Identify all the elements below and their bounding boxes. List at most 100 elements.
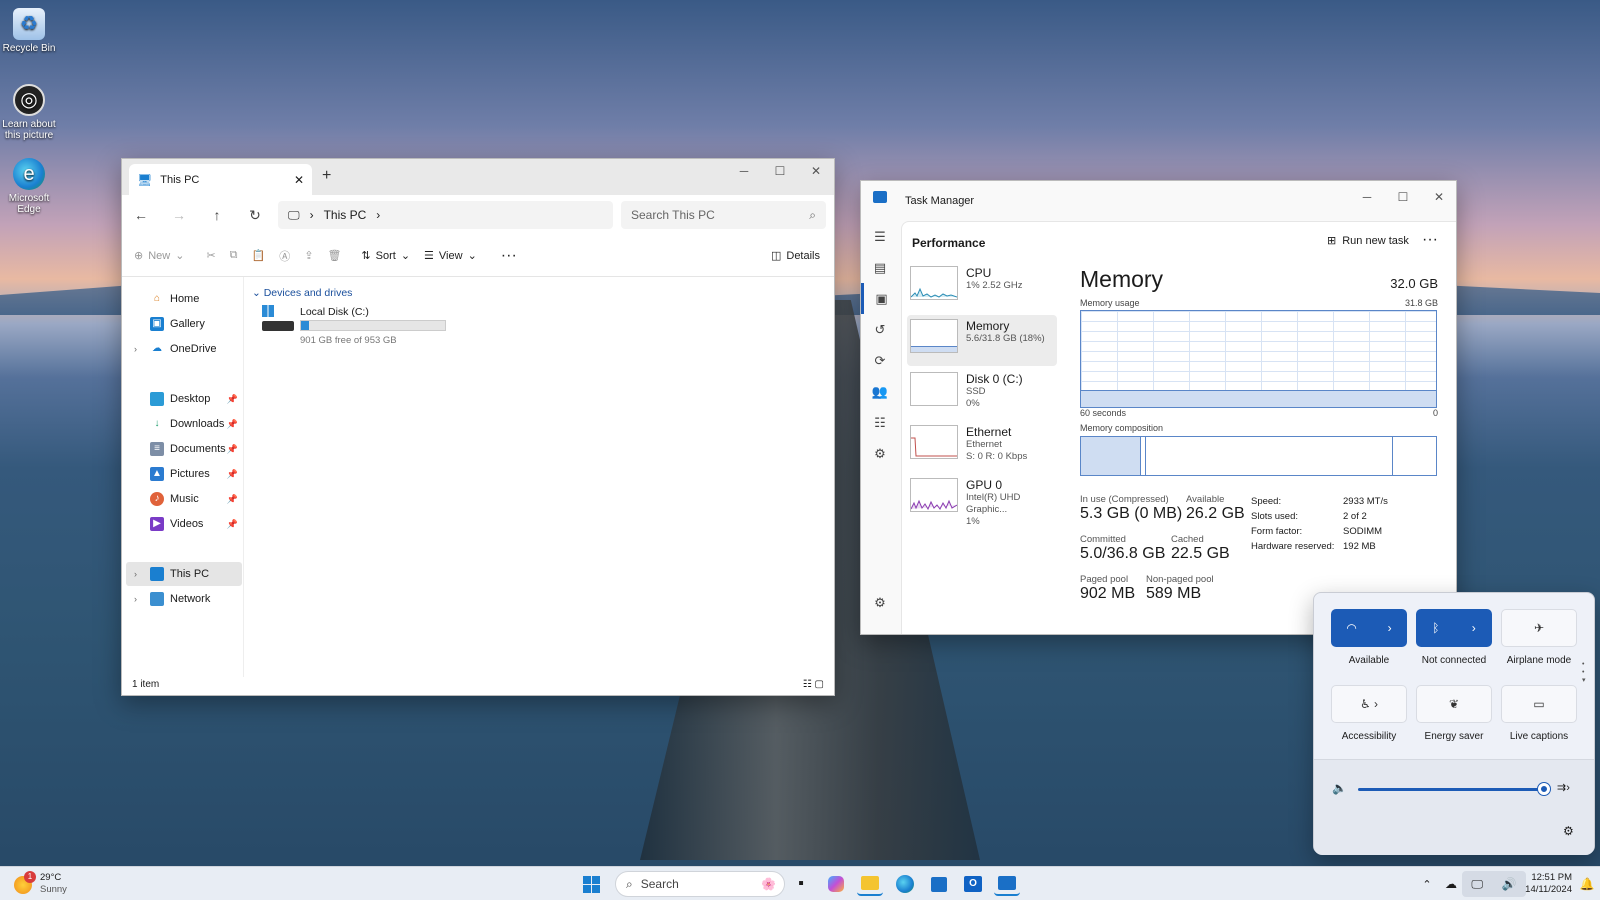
nav-item-desktop[interactable]: Desktop 📌 <box>126 387 242 411</box>
resource-item-gpu[interactable]: GPU 0 Intel(R) UHD Graphic... 1% <box>907 474 1057 527</box>
refresh-button[interactable]: ↻ <box>236 207 274 224</box>
maximize-button[interactable]: ☐ <box>762 159 798 183</box>
file-explorer-taskbar-icon[interactable] <box>857 872 883 896</box>
new-button[interactable]: ⊕ New ⌄ <box>134 249 184 263</box>
weather-widget[interactable]: 29°C Sunny <box>40 872 67 896</box>
delete-button[interactable]: 🗑 <box>327 249 341 262</box>
minimize-button[interactable]: ─ <box>1349 185 1385 209</box>
maximize-button[interactable]: ☐ <box>1385 185 1421 209</box>
pin-icon[interactable]: 📌 <box>227 419 238 430</box>
more-options-button[interactable]: ··· <box>501 247 517 265</box>
page-dots[interactable]: • • ▾ <box>1582 661 1586 685</box>
nav-item-gallery[interactable]: ▣ Gallery <box>126 312 242 336</box>
chevron-right-icon[interactable]: › <box>134 569 137 579</box>
pin-icon[interactable]: 📌 <box>227 494 238 505</box>
task-view-icon[interactable]: ▪ <box>788 872 814 896</box>
pin-icon[interactable]: 📌 <box>227 469 238 480</box>
nav-item-pictures[interactable]: ▲ Pictures 📌 <box>126 462 242 486</box>
up-button[interactable]: ↑ <box>198 207 236 223</box>
copilot-icon[interactable] <box>823 872 849 896</box>
back-button[interactable]: ← <box>122 207 160 223</box>
audio-output-button[interactable]: ⇉› <box>1557 781 1570 794</box>
performance-icon[interactable]: ▣ <box>861 283 899 314</box>
chevron-right-icon[interactable]: › <box>1472 621 1476 635</box>
resource-item-disk[interactable]: Disk 0 (C:) SSD 0% <box>907 368 1057 419</box>
settings-icon[interactable]: ⚙ <box>861 587 899 618</box>
more-options-button[interactable]: ··· <box>1422 231 1438 249</box>
close-button[interactable]: ✕ <box>798 159 834 183</box>
desktop-icon-edge[interactable]: e Microsoft Edge <box>2 158 56 215</box>
details-button[interactable]: ◫ Details <box>771 249 820 263</box>
airplane-mode-tile[interactable]: ✈ <box>1501 609 1577 647</box>
run-new-task-button[interactable]: ⊞ Run new task <box>1327 234 1409 248</box>
pin-icon[interactable]: 📌 <box>227 394 238 405</box>
copy-icon: ⧉ <box>229 249 238 261</box>
nav-item-music[interactable]: ♪ Music 📌 <box>126 487 242 511</box>
notification-bell-icon[interactable]: 🔔 <box>1574 872 1600 896</box>
services-icon[interactable]: ⚙ <box>861 438 899 469</box>
details-icon[interactable]: ☷ <box>861 407 899 438</box>
processes-icon[interactable]: ▤ <box>861 252 899 283</box>
nav-item-videos[interactable]: ▶ Videos 📌 <box>126 512 242 536</box>
volume-slider[interactable] <box>1358 788 1545 791</box>
drive-item-c[interactable]: Local Disk (C:) 901 GB free of 953 GB <box>262 305 482 347</box>
close-button[interactable]: ✕ <box>1421 185 1456 209</box>
share-button[interactable]: ⇪ <box>304 249 313 262</box>
section-header[interactable]: ⌄ Devices and drives <box>252 287 352 299</box>
nav-item-network[interactable]: › Network <box>126 587 242 611</box>
accessibility-tile[interactable]: ♿ › <box>1331 685 1407 723</box>
nav-item-downloads[interactable]: ↓ Downloads 📌 <box>126 412 242 436</box>
start-button[interactable] <box>578 872 604 896</box>
copy-button[interactable]: ⧉ <box>230 249 238 262</box>
nav-item-onedrive[interactable]: › ☁ OneDrive <box>126 337 242 361</box>
paste-button[interactable]: 📋 <box>252 249 266 262</box>
taskbar-search[interactable]: ⌕ Search 🌸 <box>615 871 785 897</box>
address-bar[interactable]: 🖵 › This PC › <box>278 201 613 229</box>
app-history-icon[interactable]: ↺ <box>861 314 899 345</box>
task-manager-taskbar-icon[interactable] <box>994 872 1020 896</box>
energy-saver-tile[interactable]: ❦ <box>1416 685 1492 723</box>
weather-widget-icon[interactable]: 1 <box>14 871 36 895</box>
hamburger-menu-icon[interactable]: ☰ <box>861 221 899 252</box>
status-bar: 1 item ☷ ▢ <box>122 675 834 695</box>
chevron-right-icon[interactable]: › <box>134 594 137 604</box>
bluetooth-tile[interactable]: ᛒ › <box>1416 609 1492 647</box>
nav-item-documents[interactable]: ≡ Documents 📌 <box>126 437 242 461</box>
edge-icon[interactable] <box>892 872 918 896</box>
chevron-right-icon[interactable]: › <box>1388 621 1392 635</box>
clock[interactable]: 12:51 PM 14/11/2024 <box>1516 872 1572 896</box>
forward-button[interactable]: → <box>160 207 198 223</box>
new-tab-button[interactable]: + <box>322 167 331 185</box>
live-captions-tile[interactable]: ▭ <box>1501 685 1577 723</box>
startup-apps-icon[interactable]: ⟳ <box>861 345 899 376</box>
resource-item-cpu[interactable]: CPU 1% 2.52 GHz <box>907 262 1057 313</box>
nav-item-home[interactable]: ⌂ Home <box>126 287 242 311</box>
chevron-right-icon[interactable]: › <box>376 208 380 222</box>
sort-button[interactable]: ⇅ Sort ⌄ <box>361 249 410 263</box>
speaker-icon[interactable]: 🔈 <box>1332 781 1347 795</box>
cut-button[interactable]: ✂ <box>206 249 215 262</box>
tab-this-pc[interactable]: 🖥 This PC ✕ <box>129 164 312 195</box>
settings-icon[interactable]: ⚙ <box>1563 824 1574 838</box>
users-icon[interactable]: 👥 <box>861 376 899 407</box>
view-button[interactable]: ☰ View ⌄ <box>424 249 477 263</box>
close-tab-icon[interactable]: ✕ <box>294 173 304 187</box>
chevron-right-icon[interactable]: › <box>134 344 137 354</box>
resource-item-memory[interactable]: Memory 5.6/31.8 GB (18%) <box>907 315 1057 366</box>
onedrive-icon[interactable]: ☁ <box>1438 872 1464 896</box>
minimize-button[interactable]: ─ <box>726 159 762 183</box>
tiles-view-icon[interactable]: ▢ <box>815 679 824 690</box>
desktop-icon-learn-picture[interactable]: ◎ Learn about this picture <box>2 84 56 141</box>
store-icon[interactable] <box>926 872 952 896</box>
wifi-tile[interactable]: ◠ › <box>1331 609 1407 647</box>
search-input[interactable]: Search This PC ⌕ <box>621 201 826 229</box>
pin-icon[interactable]: 📌 <box>227 519 238 530</box>
nav-item-this-pc[interactable]: › This PC <box>126 562 242 586</box>
details-view-icon[interactable]: ☷ <box>803 679 812 690</box>
resource-item-ethernet[interactable]: Ethernet Ethernet S: 0 R: 0 Kbps <box>907 421 1057 472</box>
outlook-icon[interactable]: O <box>960 872 986 896</box>
pin-icon[interactable]: 📌 <box>227 444 238 455</box>
rename-button[interactable]: Ⓐ <box>279 248 290 264</box>
show-hidden-icons-chevron-up-icon[interactable]: ⌃ <box>1414 872 1440 896</box>
desktop-icon-recycle-bin[interactable]: ♻ Recycle Bin <box>2 8 56 54</box>
